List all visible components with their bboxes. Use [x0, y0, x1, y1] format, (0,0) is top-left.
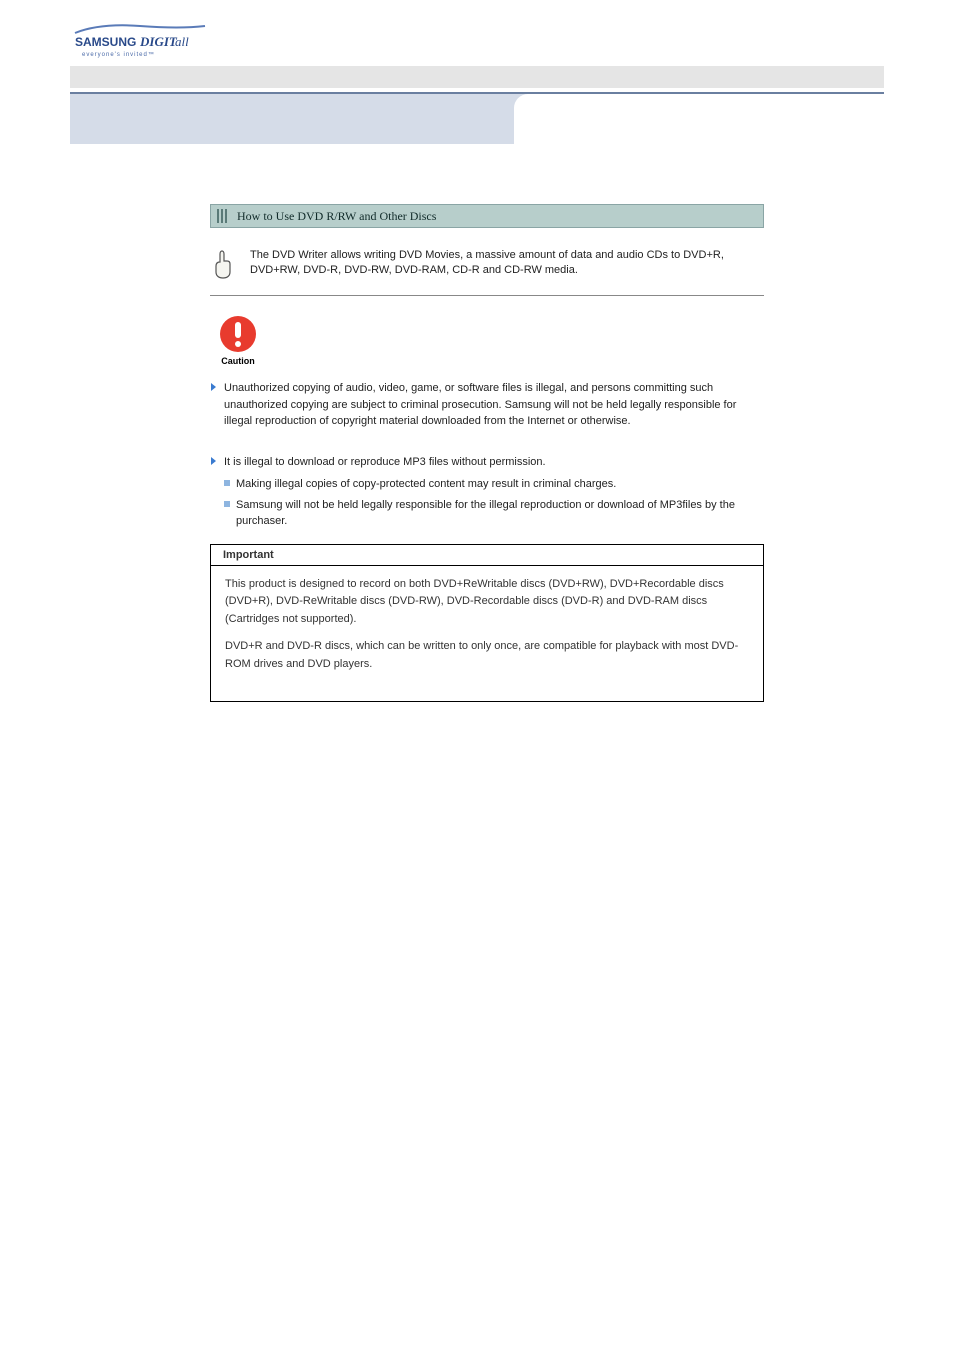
bullet-text-2: It is illegal to download or reproduce M… [224, 454, 546, 471]
square-bullet-icon [224, 480, 230, 486]
bottom-spacer [0, 702, 954, 1202]
bullet-row-1: Unauthorized copying of audio, video, ga… [210, 380, 764, 430]
main-content: How to Use DVD R/RW and Other Discs The … [70, 144, 884, 702]
divider-line [210, 295, 764, 296]
svg-text:DIGIT: DIGIT [139, 34, 178, 49]
finger-point-icon [210, 248, 236, 283]
svg-text:SAMSUNG: SAMSUNG [75, 35, 136, 49]
square-bullet-icon [224, 501, 230, 507]
sub-bullet-2: Samsung will not be held legally respons… [224, 497, 764, 530]
important-paragraph-1: This product is designed to record on bo… [225, 576, 749, 629]
sub-bullet-1: Making illegal copies of copy-protected … [224, 476, 764, 493]
svg-text:all: all [175, 34, 189, 49]
section-heading-bar: How to Use DVD R/RW and Other Discs [210, 204, 764, 228]
sub-text-2: Samsung will not be held legally respons… [236, 497, 764, 530]
arrow-right-icon [210, 456, 218, 469]
active-tab [514, 94, 884, 144]
caution-block: Caution [210, 314, 266, 366]
tip-text: The DVD Writer allows writing DVD Movies… [250, 248, 764, 279]
bullet-text-1: Unauthorized copying of audio, video, ga… [224, 380, 764, 430]
arrow-right-icon [210, 382, 218, 395]
bullet-row-2: It is illegal to download or reproduce M… [210, 454, 764, 471]
svg-text:everyone's invited™: everyone's invited™ [82, 51, 155, 58]
sub-text-1: Making illegal copies of copy-protected … [236, 476, 616, 493]
header-bar [70, 66, 884, 88]
important-body: This product is designed to record on bo… [211, 566, 763, 702]
tab-bar [70, 94, 884, 144]
section-title: How to Use DVD R/RW and Other Discs [237, 209, 436, 224]
tip-row: The DVD Writer allows writing DVD Movies… [210, 248, 764, 283]
heading-stripes-icon [217, 209, 227, 223]
caution-label: Caution [221, 356, 255, 366]
samsung-digitall-logo: SAMSUNG DIGIT all everyone's invited™ [70, 18, 210, 58]
important-paragraph-2: DVD+R and DVD-R discs, which can be writ… [225, 638, 749, 673]
important-box: Important This product is designed to re… [210, 544, 764, 703]
logo-area: SAMSUNG DIGIT all everyone's invited™ [0, 0, 954, 66]
caution-icon [218, 314, 258, 354]
important-heading: Important [211, 545, 763, 566]
